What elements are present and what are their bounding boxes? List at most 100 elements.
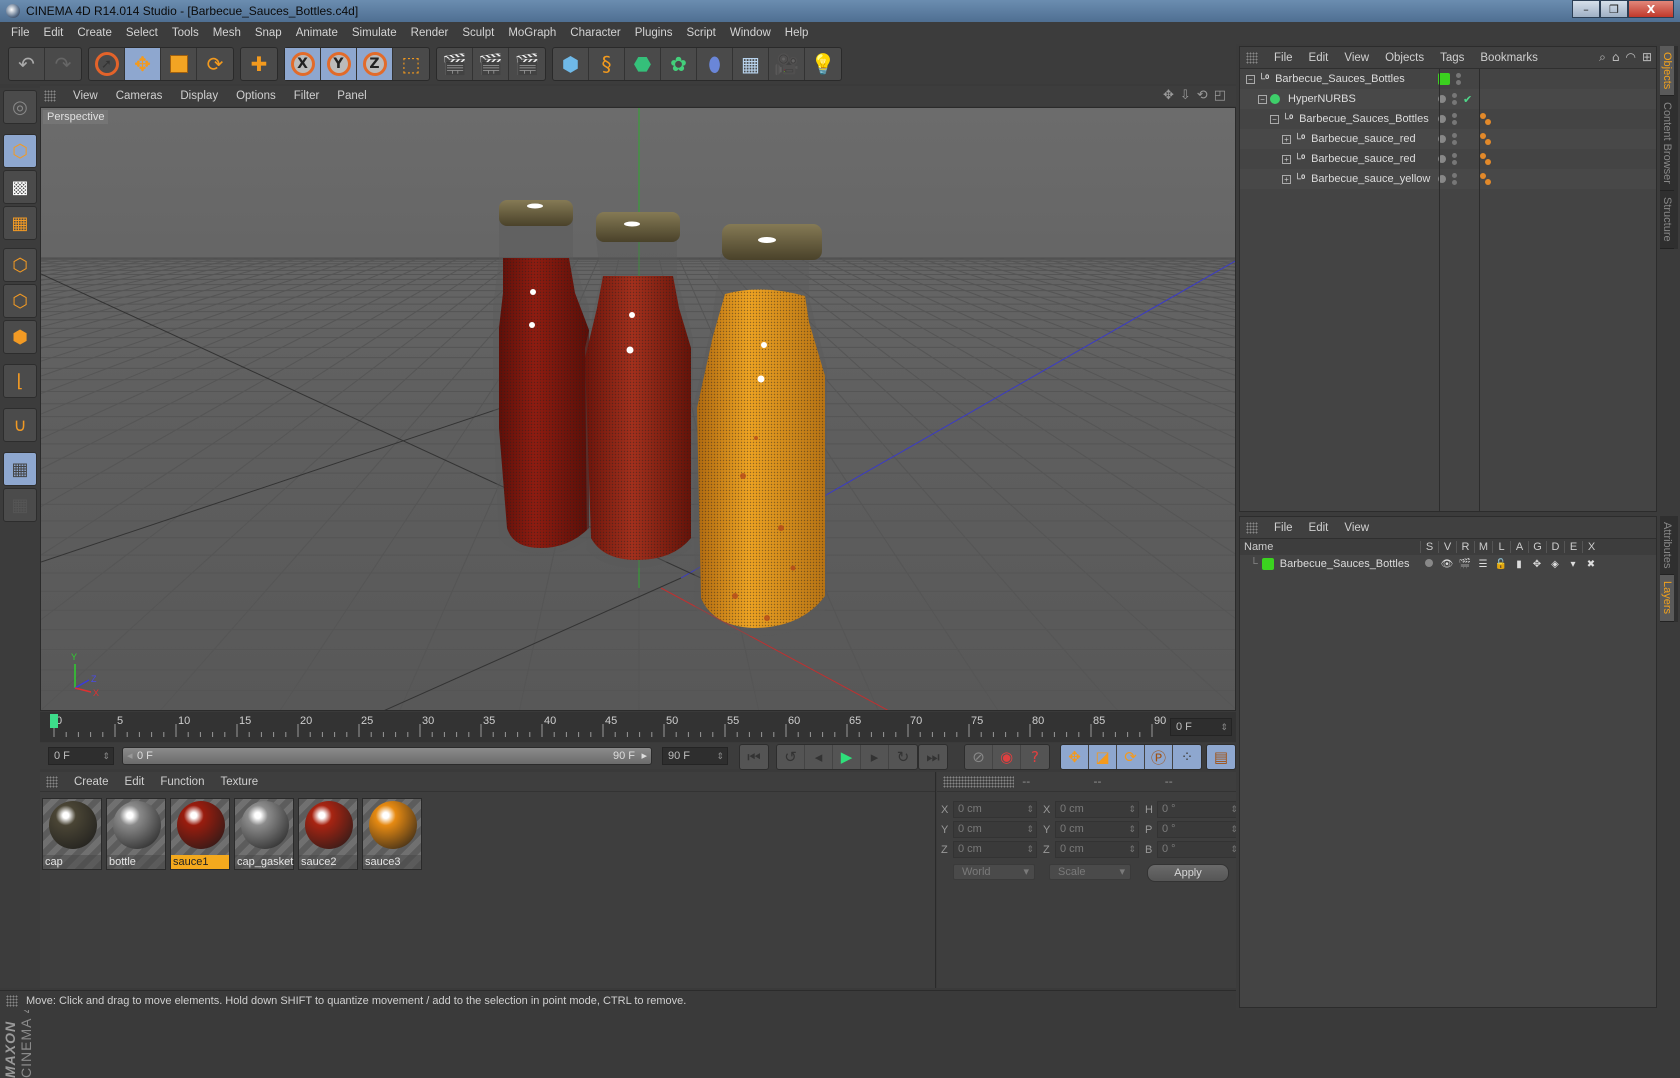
render-toggle-icon[interactable]: 🎬 [1456, 559, 1474, 570]
nurbs-icon[interactable]: ⬣ [625, 48, 661, 80]
viewport-menu-display[interactable]: Display [171, 90, 227, 102]
menu-select[interactable]: Select [119, 27, 165, 39]
array-icon[interactable]: ✿ [661, 48, 697, 80]
objects-menu-bookmarks[interactable]: Bookmarks [1472, 52, 1546, 64]
timeline-playhead[interactable] [50, 714, 58, 728]
object-tree-item[interactable]: + └⁰ Barbecue_sauce_red [1240, 149, 1656, 169]
material-tag-icon[interactable] [1480, 173, 1494, 187]
material-swatch[interactable]: cap [42, 798, 102, 870]
apply-button[interactable]: Apply [1147, 864, 1229, 882]
objects-menu-tags[interactable]: Tags [1432, 52, 1472, 64]
object-name[interactable]: Barbecue_Sauces_Bottles [1275, 73, 1405, 85]
render-view-icon[interactable]: 🎬 [437, 48, 473, 80]
goto-previous-key-icon[interactable]: ↺ [777, 745, 805, 769]
material-swatch[interactable]: sauce3 [362, 798, 422, 870]
lock-toggle-icon[interactable]: 🔓 [1492, 559, 1510, 570]
axis-mode-icon[interactable]: ⌊ [3, 364, 37, 398]
record-active-objects-icon[interactable]: ⊘ [965, 745, 993, 769]
column-divider[interactable] [1479, 69, 1480, 511]
column-manager[interactable]: M [1474, 541, 1492, 553]
orbit-view-icon[interactable]: ⟲ [1197, 88, 1208, 103]
expand-toggle-icon[interactable]: − [1258, 94, 1267, 104]
deformer-icon[interactable]: ⬮ [697, 48, 733, 80]
panel-grip[interactable] [46, 775, 58, 788]
object-mode-icon[interactable]: ⬡ [3, 134, 37, 168]
column-animation[interactable]: A [1510, 541, 1528, 553]
x-axis-lock-icon[interactable]: X [285, 48, 321, 80]
objects-menu-objects[interactable]: Objects [1377, 52, 1432, 64]
objects-menu-file[interactable]: File [1266, 52, 1301, 64]
timeline-ruler[interactable]: 0 5 10 15 20 25 30 35 40 45 50 55 60 65 70 75 80 85 90 0 F… [40, 712, 1236, 742]
column-name[interactable]: Name [1240, 541, 1420, 553]
animation-toggle-icon[interactable]: ▮ [1510, 559, 1528, 570]
editor-render-visibility-icon[interactable] [1452, 133, 1457, 145]
bottle-sauce-red-2[interactable] [585, 212, 693, 569]
play-icon[interactable]: ▶ [833, 745, 861, 769]
redo-icon[interactable]: ↷ [45, 48, 81, 80]
menu-file[interactable]: File [4, 27, 37, 39]
home-icon[interactable]: ⌂ [1612, 50, 1620, 65]
layer-row[interactable]: └ Barbecue_Sauces_Bottles 👁 🎬 ☰ 🔓 ▮ ✥ ◈ … [1240, 555, 1656, 573]
undo-icon[interactable]: ↶ [9, 48, 45, 80]
next-frame-icon[interactable]: ▸ [861, 745, 889, 769]
scale-track-icon[interactable]: ◪ [1089, 745, 1117, 769]
position-z-field[interactable]: 0 cm [953, 841, 1037, 858]
expand-toggle-icon[interactable]: + [1282, 154, 1291, 164]
texture-mode-icon[interactable]: ▩ [3, 170, 37, 204]
expand-toggle-icon[interactable]: − [1246, 74, 1255, 84]
menu-snap[interactable]: Snap [248, 27, 289, 39]
workplane-mode-icon[interactable]: ▦ [3, 206, 37, 240]
goto-end-icon[interactable]: ⏭ [919, 745, 947, 769]
position-x-field[interactable]: 0 cm [953, 801, 1037, 818]
viewport-menu-filter[interactable]: Filter [285, 90, 329, 102]
objects-menu-edit[interactable]: Edit [1301, 52, 1337, 64]
render-picture-viewer-icon[interactable]: 🎬 [473, 48, 509, 80]
snap-magnet-icon[interactable]: ∪ [3, 408, 37, 442]
object-name[interactable]: Barbecue_sauce_yellow [1311, 173, 1430, 185]
column-divider[interactable] [1439, 69, 1440, 511]
object-name[interactable]: Barbecue_Sauces_Bottles [1299, 113, 1429, 125]
position-y-field[interactable]: 0 cm [953, 821, 1037, 838]
search-icon[interactable]: ⌕ [1599, 50, 1606, 65]
material-menu-texture[interactable]: Texture [212, 776, 266, 788]
timeline-window-icon[interactable]: ▤ [1207, 745, 1235, 769]
menu-edit[interactable]: Edit [37, 27, 71, 39]
menu-mograph[interactable]: MoGraph [501, 27, 563, 39]
panel-grip[interactable] [44, 90, 56, 102]
tab-attributes[interactable]: Attributes [1660, 516, 1674, 576]
column-solo[interactable]: S [1420, 541, 1438, 553]
edges-mode-icon[interactable]: ⬡ [3, 284, 37, 318]
current-frame-field[interactable]: 0 F ⇕ [1170, 718, 1232, 736]
menu-help[interactable]: Help [778, 27, 816, 39]
visible-toggle-icon[interactable]: 👁 [1438, 559, 1456, 570]
object-tree-item[interactable]: + └⁰ Barbecue_sauce_yellow [1240, 169, 1656, 189]
new-window-icon[interactable]: ⊞ [1642, 50, 1652, 65]
editor-render-visibility-icon[interactable] [1452, 153, 1457, 165]
add-icon[interactable]: ✚ [241, 48, 277, 80]
menu-tools[interactable]: Tools [165, 27, 206, 39]
autokeying-icon[interactable]: ◉ [993, 745, 1021, 769]
coordinate-space-dropdown[interactable]: World [953, 864, 1035, 880]
editor-render-visibility-icon[interactable] [1452, 113, 1457, 125]
material-menu-edit[interactable]: Edit [117, 776, 153, 788]
viewport-menu-panel[interactable]: Panel [328, 90, 375, 102]
close-button[interactable]: X [1628, 0, 1674, 18]
layers-menu-file[interactable]: File [1266, 522, 1301, 534]
menu-sculpt[interactable]: Sculpt [455, 27, 501, 39]
viewport-menu-options[interactable]: Options [227, 90, 285, 102]
column-deformers[interactable]: D [1546, 541, 1564, 553]
3d-viewport[interactable]: Y Z X Perspective [40, 107, 1236, 711]
rotate-icon[interactable]: ⟳ [197, 48, 233, 80]
column-xrefs[interactable]: X [1582, 541, 1600, 553]
material-swatch[interactable]: sauce2 [298, 798, 358, 870]
goto-start-icon[interactable]: ⏮ [740, 745, 768, 769]
previous-frame-icon[interactable]: ◂ [805, 745, 833, 769]
object-tree-item[interactable]: + └⁰ Barbecue_sauce_red [1240, 129, 1656, 149]
rotation-h-field[interactable]: 0 ° [1157, 801, 1241, 818]
size-z-field[interactable]: 0 cm [1055, 841, 1139, 858]
menu-window[interactable]: Window [723, 27, 778, 39]
generators-toggle-icon[interactable]: ✥ [1528, 559, 1546, 570]
menu-simulate[interactable]: Simulate [345, 27, 404, 39]
rotation-b-field[interactable]: 0 ° [1157, 841, 1241, 858]
minimize-button[interactable]: – [1572, 0, 1600, 18]
